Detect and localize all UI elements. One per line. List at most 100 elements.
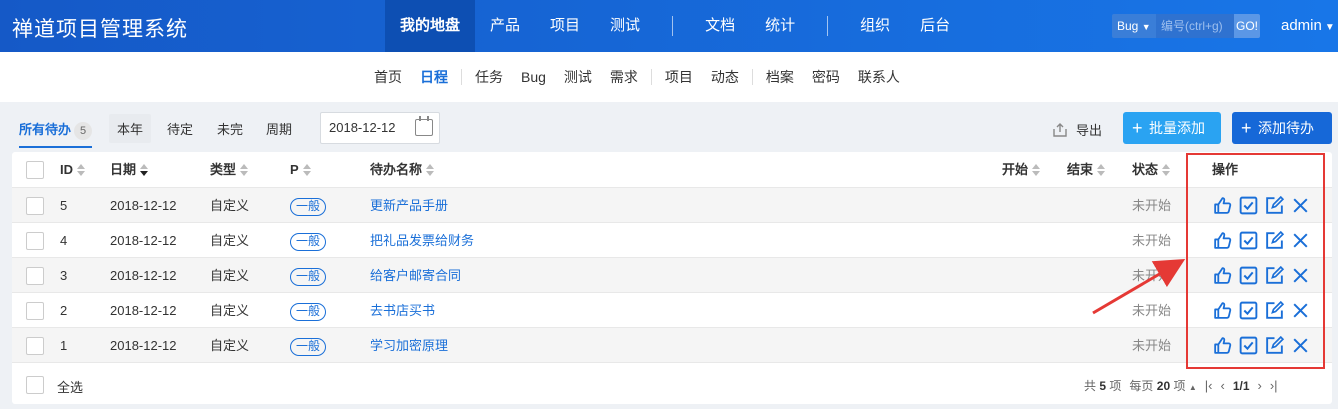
tab-undone[interactable]: 未完 xyxy=(217,119,243,138)
tab-undetermined[interactable]: 待定 xyxy=(167,119,193,138)
col-status[interactable]: 状态 xyxy=(1132,152,1171,187)
todo-name-link[interactable]: 给客户邮寄合同 xyxy=(370,258,461,293)
batch-add-button[interactable]: + 批量添加 xyxy=(1123,112,1221,144)
last-page-icon[interactable]: ›| xyxy=(1270,378,1278,393)
tab-cycle[interactable]: 周期 xyxy=(266,119,292,138)
row-checkbox[interactable] xyxy=(26,197,44,215)
cell-type: 自定义 xyxy=(210,233,250,248)
subnav-divider xyxy=(650,69,652,85)
col-begin[interactable]: 开始 xyxy=(1002,152,1041,187)
todo-name-link[interactable]: 学习加密原理 xyxy=(370,328,448,363)
col-type[interactable]: 类型 xyxy=(210,152,249,187)
plus-icon: + xyxy=(1132,118,1143,138)
nav-divider xyxy=(827,16,829,36)
priority-pill: 一般 xyxy=(290,267,327,286)
subnav-password[interactable]: 密码 xyxy=(803,67,849,87)
subnav-project[interactable]: 项目 xyxy=(656,67,702,87)
export-icon xyxy=(1053,122,1067,137)
table-header-row: ID 日期 类型 P 待办名称 开始 结束 状态 操作 xyxy=(12,152,1332,188)
nav-project[interactable]: 项目 xyxy=(535,0,595,52)
user-menu[interactable]: admin ▼ xyxy=(1281,17,1335,34)
col-name[interactable]: 待办名称 xyxy=(370,152,435,187)
subnav-home[interactable]: 首页 xyxy=(365,67,411,87)
nav-report[interactable]: 统计 xyxy=(750,0,810,52)
cell-date: 2018-12-12 xyxy=(110,198,177,213)
cell-id: 4 xyxy=(60,233,68,248)
add-todo-button[interactable]: + 添加待办 xyxy=(1232,112,1332,144)
row-checkbox[interactable] xyxy=(26,267,44,285)
tab-this-year[interactable]: 本年 xyxy=(109,114,152,143)
search-go-button[interactable]: GO! xyxy=(1234,14,1260,38)
page-indicator: 1/1 xyxy=(1232,378,1250,393)
col-end[interactable]: 结束 xyxy=(1067,152,1106,187)
todo-name-link[interactable]: 把礼品发票给财务 xyxy=(370,223,474,258)
export-button[interactable]: 导出 xyxy=(1052,120,1102,139)
calendar-icon[interactable] xyxy=(415,116,433,136)
sort-icon xyxy=(426,164,435,176)
search-box: Bug ▼ 编号(ctrl+g) GO! xyxy=(1112,14,1260,38)
nav-my[interactable]: 我的地盘 xyxy=(385,0,476,52)
col-id[interactable]: ID xyxy=(60,152,85,187)
priority-pill: 一般 xyxy=(290,302,327,321)
search-input[interactable]: 编号(ctrl+g) xyxy=(1156,14,1234,38)
todo-toolbar: 所有待办 5 本年 待定 未完 周期 2018-12-12 导出 + 批量添加 + 添… xyxy=(0,102,1338,152)
cell-date: 2018-12-12 xyxy=(110,268,177,283)
next-page-icon[interactable]: › xyxy=(1258,378,1262,393)
cell-date: 2018-12-12 xyxy=(110,233,177,248)
cell-id: 5 xyxy=(60,198,68,213)
todo-name-link[interactable]: 去书店买书 xyxy=(370,293,435,328)
cell-priority: 一般 xyxy=(290,328,327,363)
subnav-test[interactable]: 测试 xyxy=(555,67,601,87)
todo-name-link[interactable]: 更新产品手册 xyxy=(370,188,448,223)
nav-admin[interactable]: 后台 xyxy=(905,0,965,52)
sort-icon xyxy=(1097,164,1106,176)
total-count: 共 5 项 xyxy=(1084,379,1122,393)
prev-page-icon[interactable]: ‹ xyxy=(1220,378,1224,393)
todo-count-badge: 5 xyxy=(74,122,93,140)
highlight-box xyxy=(1186,153,1325,369)
first-page-icon[interactable]: |‹ xyxy=(1205,378,1213,393)
col-priority[interactable]: P xyxy=(290,152,311,187)
pager: 共 5 项 每页 20 项 ▲ |‹ ‹ 1/1 › ›| xyxy=(1084,377,1278,394)
date-input[interactable]: 2018-12-12 xyxy=(320,112,440,144)
subnav-bug[interactable]: Bug xyxy=(512,69,555,85)
sub-nav: 首页 日程 任务 Bug 测试 需求 项目 动态 档案 密码 联系人 xyxy=(0,52,1338,102)
subnav-task[interactable]: 任务 xyxy=(466,67,512,87)
cell-id: 1 xyxy=(60,338,68,353)
header-checkbox[interactable] xyxy=(26,161,44,179)
row-checkbox[interactable] xyxy=(26,337,44,355)
nav-product[interactable]: 产品 xyxy=(475,0,535,52)
subnav-dynamic[interactable]: 动态 xyxy=(702,67,748,87)
subnav-profile[interactable]: 档案 xyxy=(757,67,803,87)
nav-company[interactable]: 组织 xyxy=(845,0,905,52)
nav-doc[interactable]: 文档 xyxy=(690,0,750,52)
table-row: 5 2018-12-12 自定义 一般 更新产品手册 未开始 xyxy=(12,188,1332,223)
sort-icon xyxy=(302,164,311,176)
nav-test[interactable]: 测试 xyxy=(595,0,655,52)
main-nav: 我的地盘 产品 项目 测试 文档 统计 组织 后台 xyxy=(385,0,965,52)
row-checkbox[interactable] xyxy=(26,302,44,320)
nav-divider xyxy=(672,16,674,36)
table-row: 3 2018-12-12 自定义 一般 给客户邮寄合同 未开始 xyxy=(12,258,1332,293)
subnav-contacts[interactable]: 联系人 xyxy=(849,67,909,87)
cell-id: 2 xyxy=(60,303,68,318)
cell-type: 自定义 xyxy=(210,303,250,318)
caret-down-icon: ▼ xyxy=(1141,22,1151,32)
search-type-select[interactable]: Bug ▼ xyxy=(1112,14,1156,38)
sort-icon xyxy=(77,164,85,176)
tab-all-todos[interactable]: 所有待办 5 xyxy=(19,119,93,148)
status-label: 未开始 xyxy=(1132,233,1172,248)
cell-type: 自定义 xyxy=(210,268,250,283)
select-all-checkbox[interactable] xyxy=(26,376,44,394)
subnav-story[interactable]: 需求 xyxy=(601,67,647,87)
subnav-todo[interactable]: 日程 xyxy=(411,67,457,87)
select-all-label[interactable]: 全选 xyxy=(57,377,83,396)
table-row: 4 2018-12-12 自定义 一般 把礼品发票给财务 未开始 xyxy=(12,223,1332,258)
brand-title[interactable]: 禅道项目管理系统 xyxy=(12,13,188,43)
per-page-select[interactable]: 每页 20 项 ▲ xyxy=(1129,377,1196,394)
col-date[interactable]: 日期 xyxy=(110,152,149,187)
todo-table: ID 日期 类型 P 待办名称 开始 结束 状态 操作 5 2018-12-12 自… xyxy=(12,152,1332,404)
status-label: 未开始 xyxy=(1132,303,1172,318)
row-checkbox[interactable] xyxy=(26,232,44,250)
status-label: 未开始 xyxy=(1132,268,1172,283)
